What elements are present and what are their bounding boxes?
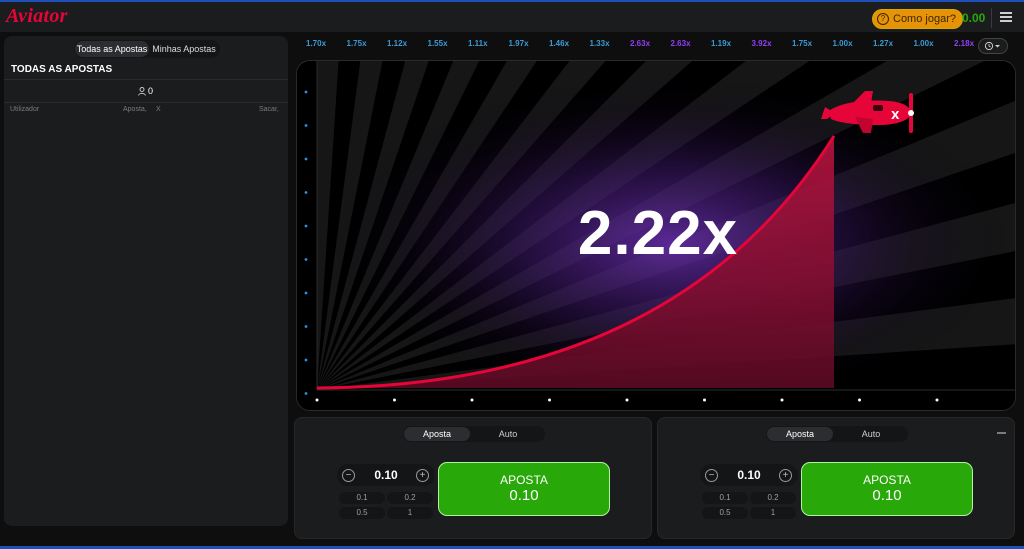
user-icon bbox=[138, 86, 146, 96]
x-axis-dot bbox=[780, 398, 784, 402]
bet-amount-stepper: − 0.10 + 0.1 0.2 0.5 1 bbox=[700, 464, 798, 520]
x-axis-dot bbox=[315, 398, 319, 402]
y-axis-dot bbox=[304, 191, 308, 194]
y-axis-dot bbox=[304, 258, 308, 261]
history-multiplier[interactable]: 1.19x bbox=[711, 39, 731, 48]
history-multiplier[interactable]: 1.33x bbox=[590, 39, 610, 48]
bet-button-amount: 0.10 bbox=[872, 487, 902, 504]
remove-panel-icon[interactable] bbox=[997, 432, 1006, 434]
history-multiplier[interactable]: 1.75x bbox=[347, 39, 367, 48]
x-axis-dot bbox=[703, 398, 706, 402]
history-multiplier[interactable]: 2.63x bbox=[630, 39, 650, 48]
player-count: 0 bbox=[138, 86, 153, 96]
history-multiplier[interactable]: 1.55x bbox=[428, 39, 448, 48]
increase-icon[interactable]: + bbox=[779, 469, 792, 482]
x-axis-dot bbox=[625, 398, 629, 402]
quick-amount-button[interactable]: 0.5 bbox=[339, 507, 385, 519]
history-multiplier[interactable]: 1.27x bbox=[873, 39, 893, 48]
column-multiplier: X bbox=[156, 106, 161, 113]
column-cashout: Sacar, bbox=[259, 106, 279, 113]
bet-button-amount: 0.10 bbox=[509, 487, 539, 504]
divider bbox=[4, 102, 288, 103]
y-axis-dot bbox=[304, 157, 308, 161]
place-bet-button[interactable]: APOSTA 0.10 bbox=[438, 462, 610, 516]
bet-amount-input[interactable]: 0.10 bbox=[724, 468, 774, 482]
multiplier-history: 1.70x 1.75x 1.12x 1.55x 1.11x 1.97x 1.46x 1.33x… bbox=[300, 36, 980, 52]
history-multiplier[interactable]: 1.00x bbox=[914, 39, 934, 48]
y-axis-dot bbox=[304, 124, 308, 127]
tab-auto[interactable]: Auto bbox=[473, 427, 543, 441]
quick-amount-button[interactable]: 0.2 bbox=[750, 492, 796, 504]
column-user: Utilizador bbox=[10, 106, 40, 113]
x-axis-dot bbox=[393, 398, 396, 402]
tab-auto[interactable]: Auto bbox=[836, 427, 906, 441]
stepper-bar: − 0.10 + bbox=[700, 464, 798, 486]
balance-value: 0.00 bbox=[962, 11, 986, 25]
y-axis-dot bbox=[304, 392, 308, 395]
header-divider bbox=[991, 8, 992, 28]
quick-amount-button[interactable]: 0.1 bbox=[339, 492, 385, 504]
quick-amount-button[interactable]: 0.5 bbox=[702, 507, 748, 519]
x-axis-dot bbox=[548, 398, 551, 402]
tab-bet[interactable]: Aposta bbox=[404, 427, 470, 441]
bet-button-label: APOSTA bbox=[500, 473, 548, 487]
tab-my-bets[interactable]: Minhas Apostas bbox=[150, 41, 218, 57]
question-icon: ? bbox=[877, 13, 889, 25]
quick-amount-button[interactable]: 0.1 bbox=[702, 492, 748, 504]
increase-icon[interactable]: + bbox=[416, 469, 429, 482]
decrease-icon[interactable]: − bbox=[342, 469, 355, 482]
quick-amount-button[interactable]: 1 bbox=[750, 507, 796, 519]
y-axis-dot bbox=[304, 291, 308, 295]
x-axis-dot bbox=[935, 398, 939, 402]
aviator-logo[interactable]: Aviator bbox=[6, 5, 68, 28]
x-axis-dot bbox=[470, 398, 474, 402]
history-multiplier[interactable]: 2.18x bbox=[954, 39, 974, 48]
history-clock-icon bbox=[984, 41, 1000, 51]
y-axis-dot bbox=[304, 325, 308, 328]
quick-amount-button[interactable]: 0.2 bbox=[387, 492, 433, 504]
column-bet: Aposta, bbox=[123, 106, 147, 113]
svg-text:X: X bbox=[891, 109, 900, 122]
divider bbox=[4, 79, 288, 80]
place-bet-button[interactable]: APOSTA 0.10 bbox=[801, 462, 973, 516]
how-to-play-label: Como jogar? bbox=[893, 13, 956, 25]
bet-mode-tabs: Aposta Auto bbox=[403, 426, 545, 442]
bet-button-label: APOSTA bbox=[863, 473, 911, 487]
bet-mode-tabs: Aposta Auto bbox=[766, 426, 908, 442]
tab-all-bets[interactable]: Todas as Apostas bbox=[75, 41, 149, 57]
history-multiplier[interactable]: 2.63x bbox=[671, 39, 691, 48]
history-multiplier[interactable]: 1.70x bbox=[306, 39, 326, 48]
current-multiplier: 2.22x bbox=[577, 199, 739, 268]
x-axis-dot bbox=[858, 398, 861, 402]
history-multiplier[interactable]: 1.00x bbox=[833, 39, 853, 48]
history-toggle-button[interactable] bbox=[978, 38, 1008, 54]
history-multiplier[interactable]: 1.11x bbox=[468, 39, 488, 48]
quick-amount-button[interactable]: 1 bbox=[387, 507, 433, 519]
bet-amount-input[interactable]: 0.10 bbox=[361, 468, 411, 482]
bet-panel-1: Aposta Auto − 0.10 + 0.1 0.2 0.5 1 APOST… bbox=[294, 417, 652, 539]
bet-amount-stepper: − 0.10 + 0.1 0.2 0.5 1 bbox=[337, 464, 435, 520]
y-axis-dot bbox=[304, 90, 308, 94]
decrease-icon[interactable]: − bbox=[705, 469, 718, 482]
game-canvas: X 2.22x bbox=[296, 60, 1016, 411]
player-count-value: 0 bbox=[148, 86, 154, 96]
bets-tabs: Todas as Apostas Minhas Apostas bbox=[74, 40, 220, 58]
stepper-bar: − 0.10 + bbox=[337, 464, 435, 486]
history-multiplier[interactable]: 1.12x bbox=[387, 39, 407, 48]
history-multiplier[interactable]: 1.75x bbox=[792, 39, 812, 48]
history-multiplier[interactable]: 3.92x bbox=[752, 39, 772, 48]
history-multiplier[interactable]: 1.46x bbox=[549, 39, 569, 48]
all-bets-panel: Todas as Apostas Minhas Apostas TODAS AS… bbox=[4, 36, 288, 526]
y-axis-dot bbox=[304, 224, 308, 228]
how-to-play-button[interactable]: ? Como jogar? bbox=[872, 9, 963, 29]
y-axis-dot bbox=[304, 358, 308, 362]
bet-panel-2: Aposta Auto − 0.10 + 0.1 0.2 0.5 1 APOST… bbox=[657, 417, 1015, 539]
hamburger-menu-icon[interactable] bbox=[1000, 12, 1012, 22]
history-multiplier[interactable]: 1.97x bbox=[509, 39, 529, 48]
all-bets-title: TODAS AS APOSTAS bbox=[11, 64, 113, 75]
top-bar: Aviator ? Como jogar? 0.00 bbox=[0, 2, 1024, 32]
tab-bet[interactable]: Aposta bbox=[767, 427, 833, 441]
